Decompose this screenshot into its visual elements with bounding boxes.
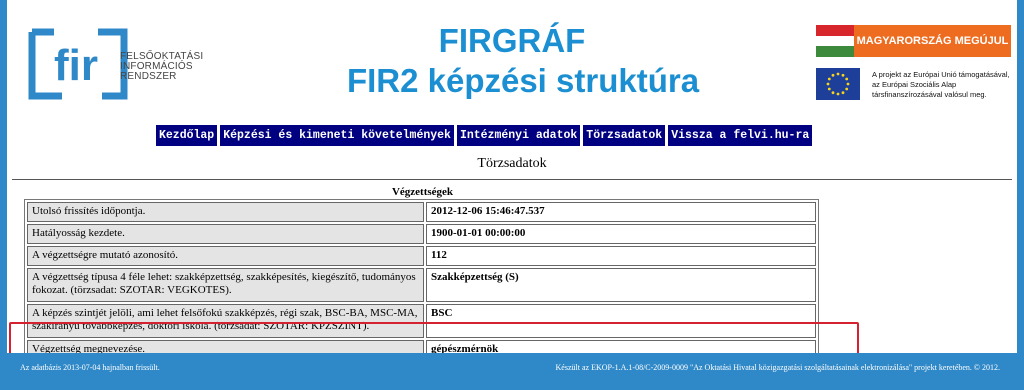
nav-back-to-felvi[interactable]: Vissza a felvi.hu-ra <box>667 124 814 147</box>
footer-project-note: Készült az EKOP-1.A.1-08/C-2009-0009 "Az… <box>555 363 1000 372</box>
nav-home[interactable]: Kezdőlap <box>155 124 219 147</box>
row-key: A végzettség típusa 4 féle lehet: szakké… <box>27 268 424 302</box>
row-value: 2012-12-06 15:46:47.537 <box>426 202 816 222</box>
page-subtitle: FIR2 képzési struktúra <box>346 62 700 99</box>
table-row: Hatályosság kezdete. 1900-01-01 00:00:00 <box>27 224 816 244</box>
nav-institution-data[interactable]: Intézményi adatok <box>455 124 582 147</box>
row-key: Utolsó frissítés időpontja. <box>27 202 424 222</box>
table-row: Utolsó frissítés időpontja. 2012-12-06 1… <box>27 202 816 222</box>
badge-label: MAGYARORSZÁG MEGÚJUL <box>854 25 1011 57</box>
table-row: A végzettségre mutató azonosító. 112 <box>27 246 816 266</box>
table-row: A végzettség típusa 4 féle lehet: szakké… <box>27 268 816 302</box>
eu-flag-icon <box>816 68 860 100</box>
main-nav: Kezdőlap Képzési és kimeneti követelmény… <box>155 124 814 147</box>
row-key: A végzettségre mutató azonosító. <box>27 246 424 266</box>
footer-update-note: Az adatbázis 2013-07-04 hajnalban frissü… <box>20 363 160 372</box>
divider <box>12 179 1012 180</box>
footer: Az adatbázis 2013-07-04 hajnalban frissü… <box>0 353 1024 390</box>
row-value: 1900-01-01 00:00:00 <box>426 224 816 244</box>
eu-text-line: A projekt az Európai Unió támogatásával, <box>872 70 1010 79</box>
nav-master-data[interactable]: Törzsadatok <box>582 124 667 147</box>
eu-text-line: az Európai Szociális Alap <box>872 80 957 89</box>
eu-funding-text: A projekt az Európai Unió támogatásával,… <box>872 70 1010 100</box>
eu-text-line: társfinanszírozásával valósul meg. <box>872 90 987 99</box>
row-value: Szakképzettség (S) <box>426 268 816 302</box>
section-title: Törzsadatok <box>477 156 547 171</box>
row-key: Hatályosság kezdete. <box>27 224 424 244</box>
hungary-renewal-badge[interactable]: MAGYARORSZÁG MEGÚJUL <box>816 25 1011 57</box>
nav-training-requirements[interactable]: Képzési és kimeneti követelmények <box>219 124 455 147</box>
row-value: 112 <box>426 246 816 266</box>
hungarian-flag-icon <box>816 25 854 57</box>
table-caption: Végzettségek <box>391 186 454 198</box>
highlight-box <box>9 322 859 356</box>
